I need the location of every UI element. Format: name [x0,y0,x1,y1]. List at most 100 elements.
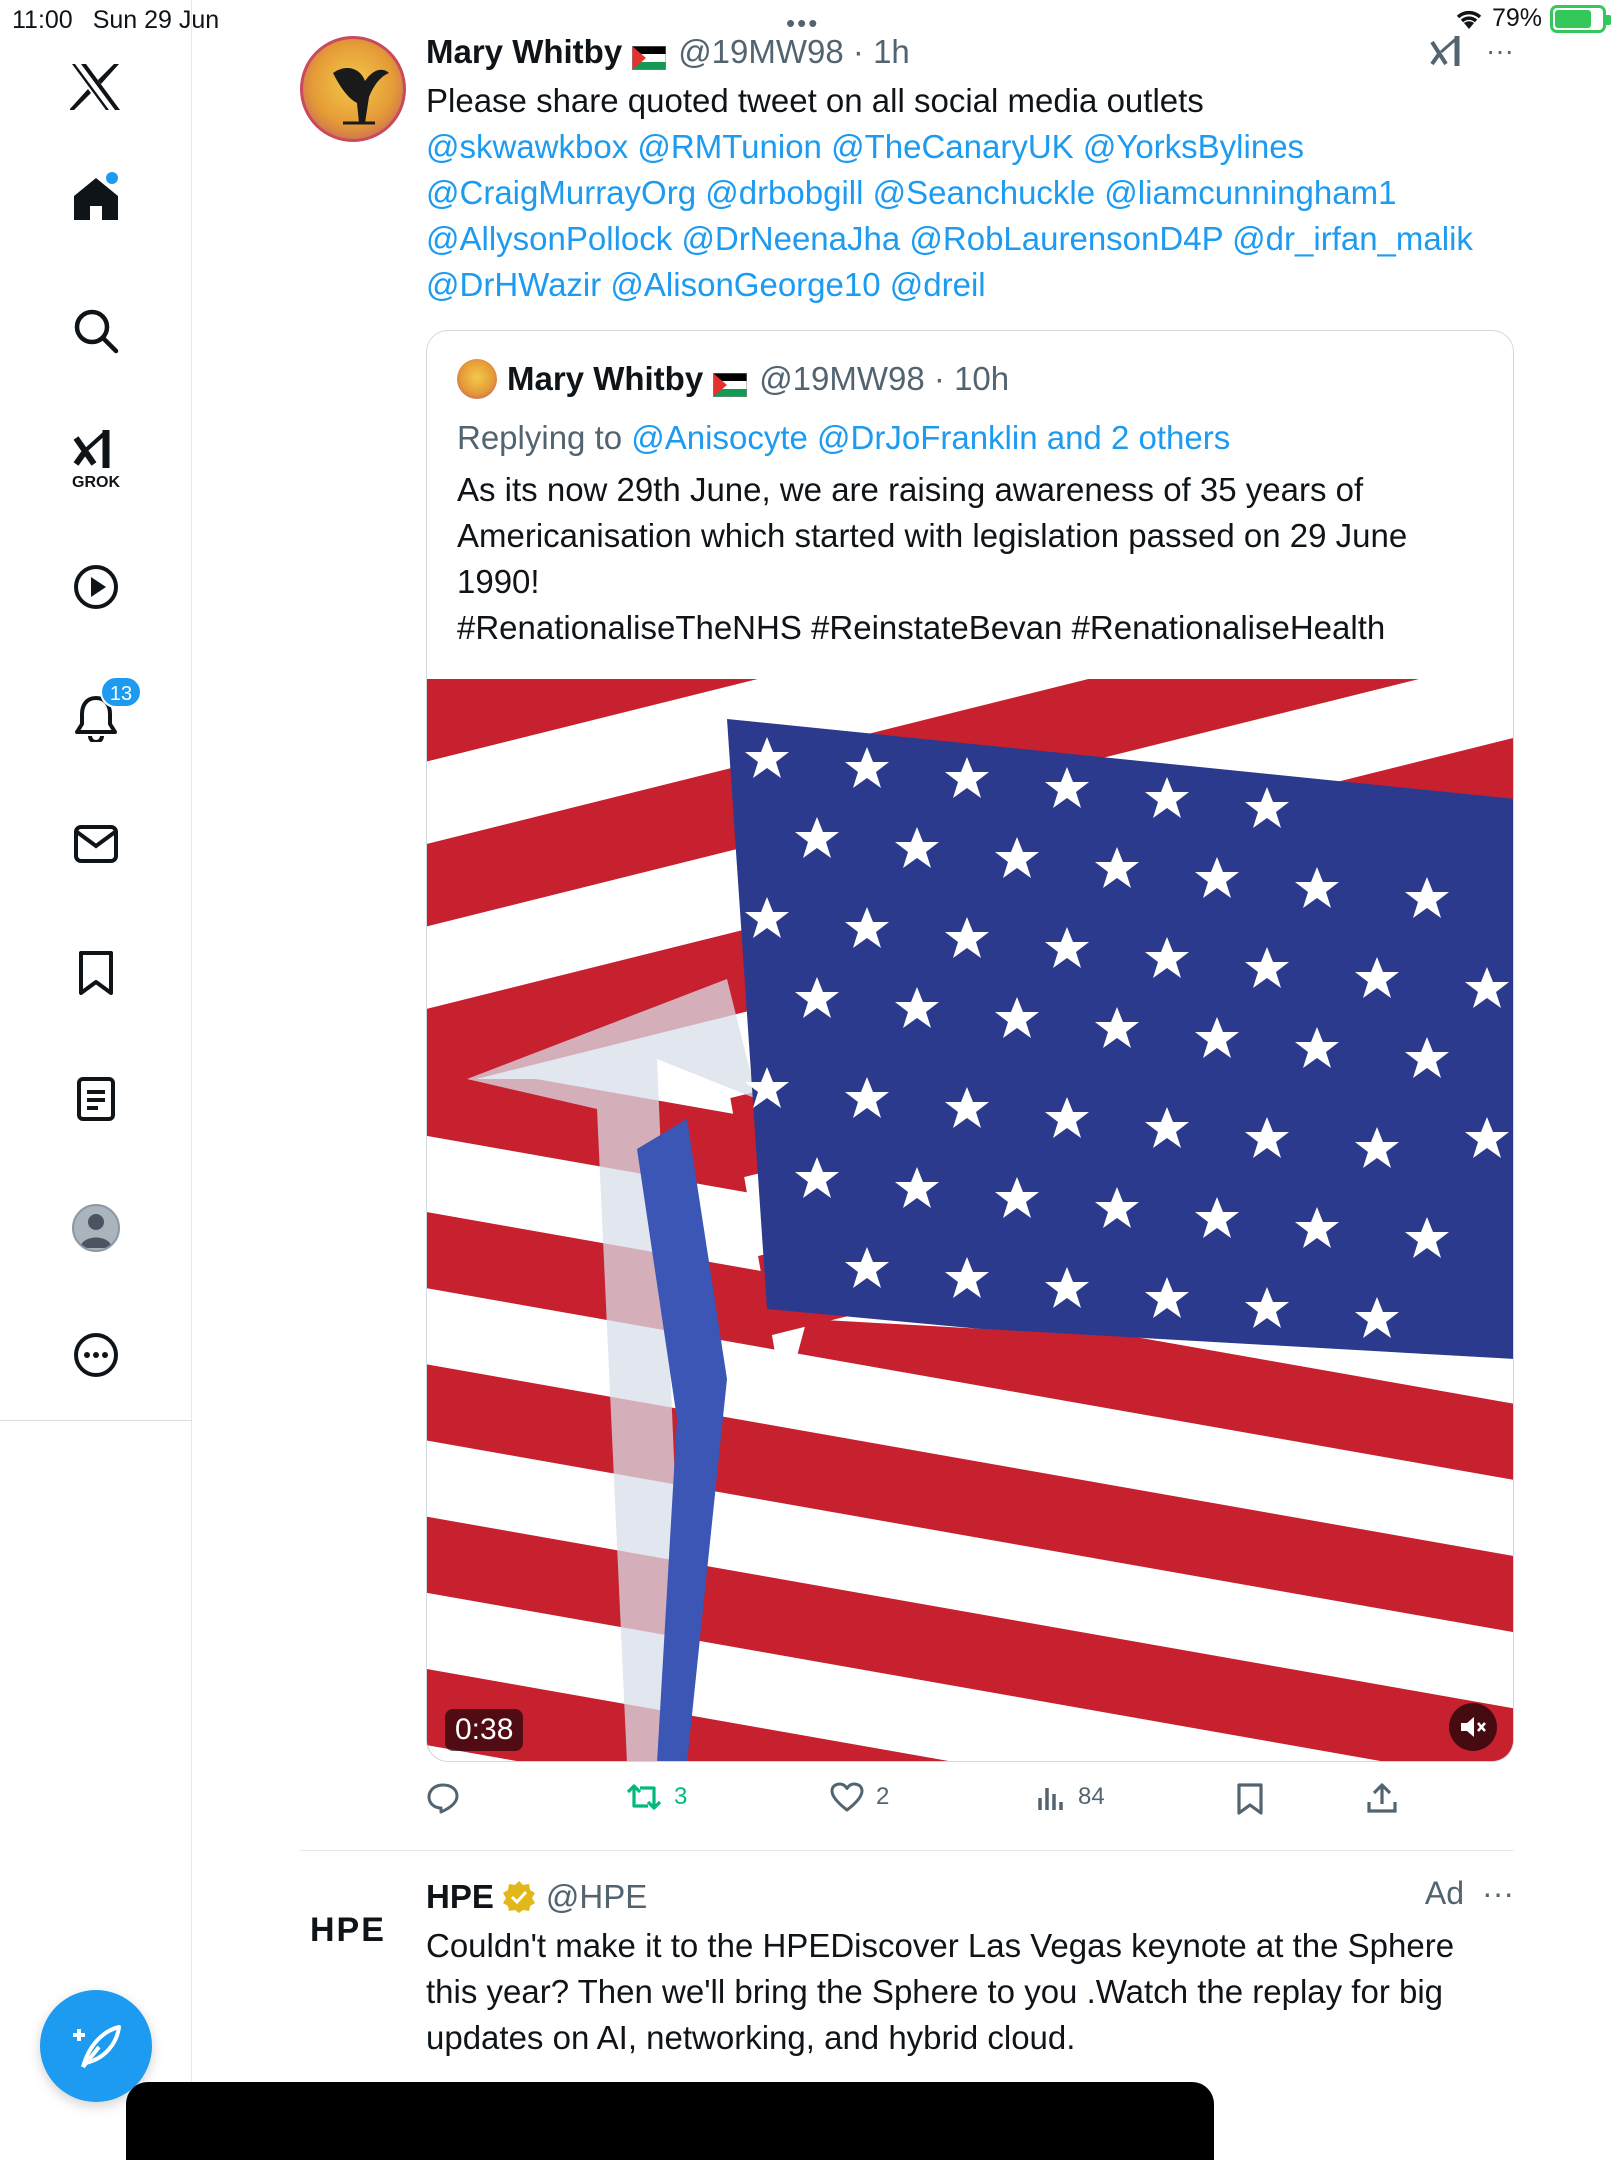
mention-link[interactable]: @liamcunningham1 [1104,174,1396,211]
sidebar-item-messages[interactable] [0,824,192,864]
mention-link[interactable]: @RobLaurensonD4P [909,220,1223,257]
views-count: 84 [1078,1783,1105,1810]
replying-to-label: Replying to [457,419,623,456]
author-name[interactable]: Mary Whitby [426,33,622,71]
bookmark-icon [79,951,113,995]
sidebar-item-lists[interactable] [0,1076,192,1122]
mention-link[interactable]: @dr_irfan_malik [1232,220,1473,257]
mentions-line: @skwawkbox @RMTunion @TheCanaryUK @Yorks… [426,124,1514,170]
notifications-badge: 13 [100,676,142,708]
sidebar-item-x-logo[interactable] [0,62,192,112]
battery-percent: 79% [1491,4,1542,32]
mention-link[interactable]: @YorksBylines [1083,128,1304,165]
reply-button[interactable] [426,1782,472,1814]
mention-link[interactable]: @DrNeenaJha [681,220,900,257]
tweet-time[interactable]: 1h [873,33,910,71]
ad-header-right: Ad ··· [1425,1875,1514,1912]
retweet-icon [626,1784,662,1810]
mention-link[interactable]: @TheCanaryUK [831,128,1074,165]
retweet-button[interactable]: 3 [626,1782,687,1812]
sidebar-item-notifications[interactable]: 13 [0,676,192,742]
bookmark-button[interactable] [1236,1782,1264,1816]
views-button[interactable]: 84 [1036,1782,1105,1812]
replying-to: Replying to @Anisocyte @DrJoFranklin and… [457,419,1230,457]
tweet-author-avatar[interactable] [300,36,406,142]
wifi-icon [1456,10,1482,29]
like-button[interactable]: 2 [830,1782,889,1812]
tweet-header: Mary Whitby @19MW98 · 1h [426,30,1514,74]
reply-icon [427,1783,459,1814]
grok-icon [73,430,110,468]
replying-to-users[interactable]: @Anisocyte @DrJoFranklin and 2 others [631,419,1230,456]
tweet-divider [300,1850,1514,1851]
grok-explain-icon[interactable] [1430,34,1466,68]
bookmark-icon [1237,1783,1263,1815]
mute-button[interactable] [1449,1703,1497,1751]
verified-badge-icon [502,1880,536,1914]
author-handle[interactable]: @19MW98 [678,33,844,71]
palestine-flag-icon [631,40,667,71]
hpe-logo-text: HPE [310,1911,386,1949]
quoted-author-name: Mary Whitby [507,360,704,397]
ad-header: HPE @HPE [426,1875,1514,1919]
tweet-text: Please share quoted tweet on all social … [426,78,1514,308]
american-flag-video-frame [427,679,1513,1761]
ad-text-line: this year? Then we'll bring the Sphere t… [426,1973,1444,2010]
ad-author-name[interactable]: HPE [426,1878,494,1916]
battery-fill [1555,9,1591,28]
video-player[interactable]: 0:38 [427,679,1513,1761]
sidebar-item-bookmarks[interactable] [0,950,192,996]
mentions-line: @CraigMurrayOrg @drbobgill @Seanchuckle … [426,170,1514,216]
palestine-flag-icon [712,367,748,398]
video-duration: 0:38 [445,1709,524,1751]
sidebar-item-home[interactable] [0,172,192,222]
share-button[interactable] [1366,1782,1398,1814]
mail-icon [74,825,118,863]
quoted-author-avatar [457,359,497,399]
hashtags-line: #RenationaliseTheNHS #ReinstateBevan #Re… [457,609,1386,646]
compose-feather-icon [73,2025,121,2069]
mention-link[interactable]: @dreil [890,266,986,303]
battery-icon [1550,4,1611,33]
mention-link[interactable]: @DrHWazir [426,266,601,303]
speaker-muted-icon [1461,1717,1486,1737]
mention-link[interactable]: @AlisonGeorge10 [610,266,880,303]
hpe-logo[interactable]: HPE [310,1911,386,1950]
sidebar-item-more[interactable] [0,1332,192,1378]
ad-label: Ad [1424,1875,1465,1911]
sidebar-item-search[interactable] [0,308,192,354]
ad-text-line: Couldn't make it to the HPEDiscover Las … [426,1927,1455,1964]
tweet-body: Mary Whitby @19MW98 · 1h ··· Please shar… [426,30,1514,308]
quoted-tweet-time: 10h [954,360,1010,397]
mention-link[interactable]: @AllysonPollock [426,220,672,257]
home-unread-dot [106,172,118,184]
mention-link[interactable]: @RMTunion [637,128,822,165]
dot-separator: · [843,33,874,70]
more-options-icon[interactable]: ··· [1486,35,1514,67]
quoted-author-handle: @19MW98 [759,360,925,397]
ad-author-handle[interactable]: @HPE [546,1878,647,1916]
heart-icon [830,1782,864,1812]
quoted-tweet[interactable]: Mary Whitby @19MW98 · 10h Replying to @A… [426,330,1514,1762]
mentions-line: @DrHWazir @AlisonGeorge10 @dreil [426,262,1514,308]
sidebar-item-grok[interactable]: GROK [0,426,192,492]
mentions-line: @AllysonPollock @DrNeenaJha @RobLaurenso… [426,216,1514,262]
quoted-tweet-header: Mary Whitby @19MW98 · 10h [457,359,1009,399]
more-options-icon[interactable]: ··· [1482,1875,1514,1912]
mention-link[interactable]: @Seanchuckle [873,174,1095,211]
ad-text-line: updates on AI, networking, and hybrid cl… [426,2019,1076,2056]
profile-avatar [72,1204,120,1252]
mention-link[interactable]: @skwawkbox [426,128,628,165]
mention-link[interactable]: @CraigMurrayOrg [426,174,696,211]
ad-media[interactable] [126,2082,1214,2160]
search-icon [74,309,119,354]
quoted-text-line: 1990! [457,563,540,600]
tweet-text-line: Please share quoted tweet on all social … [426,82,1204,119]
quoted-tweet-text: As its now 29th June, we are raising awa… [457,467,1487,651]
retweet-count: 3 [674,1783,688,1810]
sidebar-item-profile[interactable] [0,1204,192,1252]
analytics-icon [1038,1788,1063,1810]
more-circle-icon [74,1333,118,1377]
sidebar-item-video[interactable] [0,564,192,610]
mention-link[interactable]: @drbobgill [705,174,863,211]
